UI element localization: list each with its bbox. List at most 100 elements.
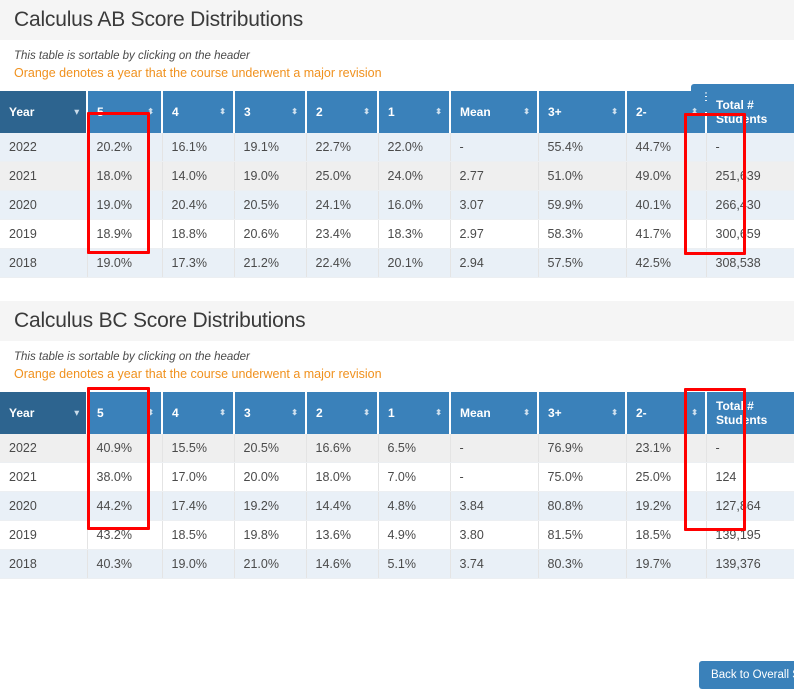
cell-score2: 14.4%	[306, 491, 379, 521]
cell-score3: 20.5%	[234, 190, 307, 220]
column-header-label: 5	[97, 406, 104, 420]
cell-year: 2021	[0, 462, 88, 492]
cell-score2: 23.4%	[306, 219, 379, 249]
column-header-total-students-ab[interactable]: Total # Students	[706, 91, 794, 133]
cell-mean: -	[450, 462, 539, 492]
sort-both-icon: ⬍	[363, 408, 370, 417]
table-header-row-bc: Year ▾ 5 ⬍ 4 ⬍ 3 ⬍ 2 ⬍ 1 ⬍ Mean ⬍ 3+ ⬍ 2…	[0, 392, 794, 434]
cell-score1: 18.3%	[378, 219, 451, 249]
sort-both-icon: ⬍	[147, 408, 154, 417]
sort-desc-icon: ▾	[74, 407, 79, 418]
column-header-score4-bc[interactable]: 4 ⬍	[162, 392, 235, 434]
sort-both-icon: ⬍	[523, 408, 530, 417]
cell-total-students: 127,864	[706, 491, 794, 521]
cell-year: 2018	[0, 248, 88, 278]
cell-2minus: 19.2%	[626, 491, 707, 521]
table-row[interactable]: 2019 18.9% 18.8% 20.6% 23.4% 18.3% 2.97 …	[0, 219, 794, 249]
cell-3plus: 55.4%	[538, 133, 627, 162]
column-header-score2-ab[interactable]: 2 ⬍	[306, 91, 379, 133]
cell-score4: 16.1%	[162, 133, 235, 162]
column-header-year-ab[interactable]: Year ▾	[0, 91, 88, 133]
cell-3plus: 76.9%	[538, 434, 627, 463]
column-header-mean-bc[interactable]: Mean ⬍	[450, 392, 539, 434]
column-header-3plus-bc[interactable]: 3+ ⬍	[538, 392, 627, 434]
sort-both-icon: ⬍	[611, 107, 618, 116]
column-header-2minus-ab[interactable]: 2- ⬍	[626, 91, 707, 133]
cell-score5: 19.0%	[87, 190, 163, 220]
column-header-total-students-bc[interactable]: Total # Students	[706, 392, 794, 434]
table-header-row-ab: Year ▾ 5 ⬍ 4 ⬍ 3 ⬍ 2 ⬍ 1 ⬍ Mean ⬍ 3+ ⬍ 2…	[0, 91, 794, 133]
table-row[interactable]: 2018 40.3% 19.0% 21.0% 14.6% 5.1% 3.74 8…	[0, 549, 794, 579]
column-header-label: 2	[316, 105, 323, 119]
cell-score2: 13.6%	[306, 520, 379, 550]
score-table-ab: Year ▾ 5 ⬍ 4 ⬍ 3 ⬍ 2 ⬍ 1 ⬍ Mean ⬍ 3+ ⬍ 2…	[0, 91, 794, 278]
cell-mean: -	[450, 133, 539, 162]
cell-3plus: 81.5%	[538, 520, 627, 550]
table-row[interactable]: 2019 43.2% 18.5% 19.8% 13.6% 4.9% 3.80 8…	[0, 520, 794, 550]
page-title-bc: Calculus BC Score Distributions	[14, 309, 306, 332]
column-header-3plus-ab[interactable]: 3+ ⬍	[538, 91, 627, 133]
cell-3plus: 80.3%	[538, 549, 627, 579]
column-header-label: Mean	[460, 406, 491, 420]
column-header-score2-bc[interactable]: 2 ⬍	[306, 392, 379, 434]
column-header-score5-bc[interactable]: 5 ⬍	[87, 392, 163, 434]
sort-both-icon: ⬍	[147, 107, 154, 116]
cell-mean: 3.84	[450, 491, 539, 521]
table-row[interactable]: 2022 20.2% 16.1% 19.1% 22.7% 22.0% - 55.…	[0, 133, 794, 162]
column-header-label: 2-	[636, 105, 647, 119]
note-sortable-ab: This table is sortable by clicking on th…	[14, 50, 250, 62]
table-row[interactable]: 2022 40.9% 15.5% 20.5% 16.6% 6.5% - 76.9…	[0, 434, 794, 463]
cell-year: 2021	[0, 161, 88, 191]
cell-score5: 40.9%	[87, 434, 163, 463]
column-header-2minus-bc[interactable]: 2- ⬍	[626, 392, 707, 434]
cell-score3: 19.1%	[234, 133, 307, 162]
cell-score1: 24.0%	[378, 161, 451, 191]
cell-score1: 20.1%	[378, 248, 451, 278]
page-title-ab: Calculus AB Score Distributions	[14, 8, 304, 31]
table-row[interactable]: 2021 38.0% 17.0% 20.0% 18.0% 7.0% - 75.0…	[0, 462, 794, 492]
column-header-score4-ab[interactable]: 4 ⬍	[162, 91, 235, 133]
cell-total-students: 139,195	[706, 520, 794, 550]
column-header-score1-bc[interactable]: 1 ⬍	[378, 392, 451, 434]
column-header-score3-bc[interactable]: 3 ⬍	[234, 392, 307, 434]
notes-bc: This table is sortable by clicking on th…	[0, 341, 794, 689]
table-row[interactable]: 2018 19.0% 17.3% 21.2% 22.4% 20.1% 2.94 …	[0, 248, 794, 278]
table-body-bc: 2022 40.9% 15.5% 20.5% 16.6% 6.5% - 76.9…	[0, 434, 794, 579]
sort-both-icon: ⬍	[291, 107, 298, 116]
column-header-label: 3+	[548, 406, 562, 420]
cell-score1: 22.0%	[378, 133, 451, 162]
column-header-score1-ab[interactable]: 1 ⬍	[378, 91, 451, 133]
column-header-label: 1	[388, 406, 395, 420]
title-band-bc: Calculus BC Score Distributions	[0, 301, 794, 341]
cell-3plus: 75.0%	[538, 462, 627, 492]
cell-score2: 16.6%	[306, 434, 379, 463]
sort-both-icon: ⬍	[363, 107, 370, 116]
cell-year: 2018	[0, 549, 88, 579]
cell-year: 2020	[0, 190, 88, 220]
table-row[interactable]: 2020 44.2% 17.4% 19.2% 14.4% 4.8% 3.84 8…	[0, 491, 794, 521]
column-header-mean-ab[interactable]: Mean ⬍	[450, 91, 539, 133]
cell-score5: 44.2%	[87, 491, 163, 521]
table-row[interactable]: 2020 19.0% 20.4% 20.5% 24.1% 16.0% 3.07 …	[0, 190, 794, 220]
cell-year: 2022	[0, 434, 88, 463]
sort-both-icon: ⬍	[611, 408, 618, 417]
cell-score4: 15.5%	[162, 434, 235, 463]
column-header-year-bc[interactable]: Year ▾	[0, 392, 88, 434]
cell-total-students: -	[706, 434, 794, 463]
column-header-score5-ab[interactable]: 5 ⬍	[87, 91, 163, 133]
section-calculus-ab: Calculus AB Score Distributions This tab…	[0, 0, 794, 278]
column-header-score3-ab[interactable]: 3 ⬍	[234, 91, 307, 133]
cell-2minus: 23.1%	[626, 434, 707, 463]
cell-total-students: 124	[706, 462, 794, 492]
table-body-ab: 2022 20.2% 16.1% 19.1% 22.7% 22.0% - 55.…	[0, 133, 794, 278]
cell-score1: 4.8%	[378, 491, 451, 521]
cell-total-students: 139,376	[706, 549, 794, 579]
cell-score4: 18.5%	[162, 520, 235, 550]
table-row[interactable]: 2021 18.0% 14.0% 19.0% 25.0% 24.0% 2.77 …	[0, 161, 794, 191]
back-to-overall-scores-button-bc[interactable]: Back to Overall Scores	[699, 661, 794, 689]
sort-both-icon: ⬍	[219, 107, 226, 116]
title-band-ab: Calculus AB Score Distributions	[0, 0, 794, 40]
cell-score2: 22.4%	[306, 248, 379, 278]
sort-both-icon: ⬍	[691, 408, 698, 417]
